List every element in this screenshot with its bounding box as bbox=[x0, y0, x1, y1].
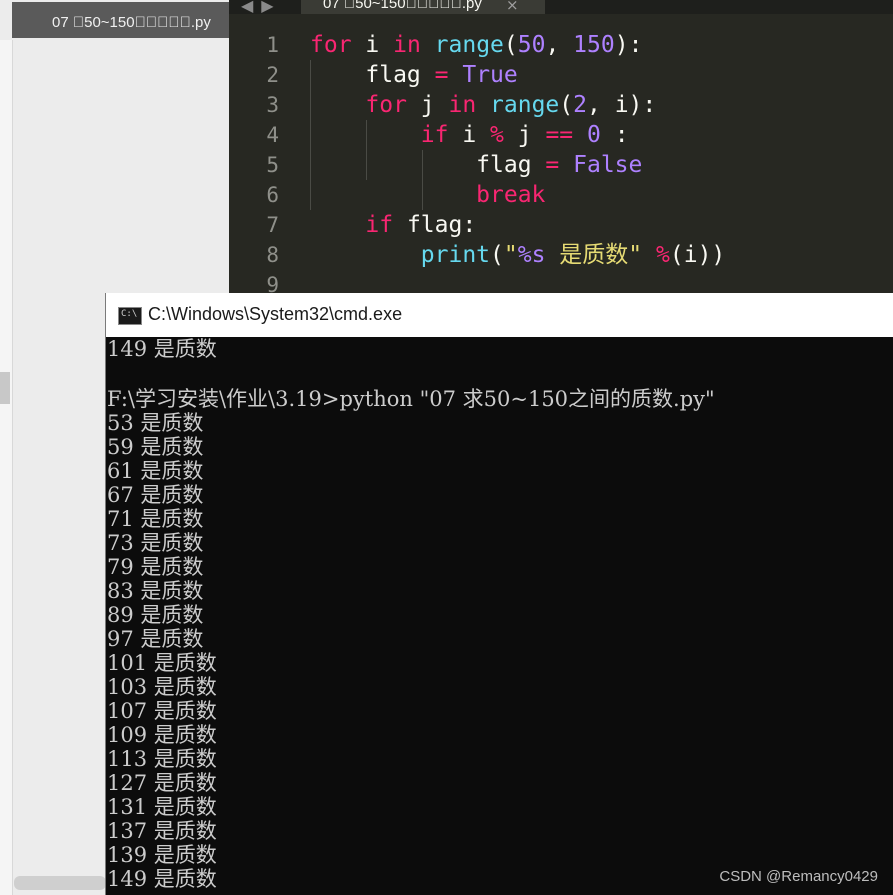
console-prime-line: 61 是质数 bbox=[107, 459, 204, 483]
line-number: 6 bbox=[266, 183, 279, 207]
console-prime-line: 53 是质数 bbox=[107, 411, 204, 435]
tab-bar: ◀▶ 07  50~150     .py × bbox=[229, 0, 893, 15]
line-number: 4 bbox=[266, 123, 279, 147]
console-prime-line: 131 是质数 bbox=[107, 795, 217, 819]
console-prime-line: 103 是质数 bbox=[107, 675, 217, 699]
console-prime-line: 59 是质数 bbox=[107, 435, 204, 459]
tab-nav-arrows-icon[interactable]: ◀▶ bbox=[241, 0, 282, 15]
console-prime-line: 89 是质数 bbox=[107, 603, 204, 627]
console-line: 149 是质数 bbox=[107, 337, 217, 361]
console-prime-line: 137 是质数 bbox=[107, 819, 217, 843]
line-number-gutter: 123456789 bbox=[229, 30, 303, 300]
console-prime-line: 139 是质数 bbox=[107, 843, 217, 867]
code-line: for j in range(2, i): bbox=[365, 92, 657, 118]
console-prime-line: 107 是质数 bbox=[107, 699, 217, 723]
code-line: if flag: bbox=[365, 212, 477, 238]
console-prime-line: 67 是质数 bbox=[107, 483, 204, 507]
code-line: print("%s 是质数" %(i)) bbox=[420, 242, 726, 268]
cmd-title: C:\Windows\System32\cmd.exe bbox=[148, 304, 403, 324]
line-number: 3 bbox=[266, 93, 279, 117]
console-prime-line: 101 是质数 bbox=[107, 651, 217, 675]
code-editor[interactable]: ◀▶ 07  50~150     .py × 123456789 for i … bbox=[229, 0, 893, 300]
console-output[interactable]: 149 是质数 F:\学习安装\作业\3.19>python "07 求50~1… bbox=[107, 337, 893, 891]
console-prime-line: 97 是质数 bbox=[107, 627, 204, 651]
close-tab-icon[interactable]: × bbox=[506, 0, 519, 14]
console-prime-line: 79 是质数 bbox=[107, 555, 204, 579]
code-line: for i in range(50, 150): bbox=[310, 32, 643, 58]
line-number: 8 bbox=[266, 243, 279, 267]
watermark: CSDN @Remancy0429 bbox=[719, 868, 878, 885]
console-prime-line: 127 是质数 bbox=[107, 771, 217, 795]
code-line: if i % j == 0 : bbox=[420, 122, 629, 148]
console-prime-line: 83 是质数 bbox=[107, 579, 204, 603]
code-content[interactable]: for i in range(50, 150): flag = True for… bbox=[310, 30, 725, 300]
console-prime-line: 71 是质数 bbox=[107, 507, 204, 531]
console-prime-line: 113 是质数 bbox=[107, 747, 217, 771]
code-line: break bbox=[476, 182, 546, 208]
tab-file-label: 07  50~150     .py bbox=[323, 0, 482, 12]
console-prime-line: 109 是质数 bbox=[107, 723, 217, 747]
line-number: 2 bbox=[266, 63, 279, 87]
console-command-line: F:\学习安装\作业\3.19>python "07 求50~150之间的质数.… bbox=[107, 387, 715, 411]
console-prime-line: 73 是质数 bbox=[107, 531, 204, 555]
sidebar-strip bbox=[0, 40, 13, 895]
code-line: flag = False bbox=[310, 152, 643, 178]
code-line: flag = True bbox=[310, 62, 518, 88]
terminal-icon: C:\ bbox=[118, 307, 142, 325]
line-number: 1 bbox=[266, 33, 279, 57]
cmd-window[interactable]: C:\ C:\Windows\System32\cmd.exe 149 是质数 … bbox=[105, 293, 893, 895]
cmd-titlebar[interactable]: C:\ C:\Windows\System32\cmd.exe bbox=[106, 293, 893, 337]
sidebar-horizontal-scrollbar[interactable] bbox=[14, 876, 106, 890]
tab-file[interactable]: 07  50~150     .py × bbox=[301, 0, 545, 14]
sidebar-file-item[interactable]: 07  50~150     .py bbox=[12, 2, 229, 38]
sidebar-file-label: 07  50~150     .py bbox=[52, 14, 211, 31]
sidebar-scroll-thumb[interactable] bbox=[0, 372, 10, 404]
line-number: 5 bbox=[266, 153, 279, 177]
line-number: 7 bbox=[266, 213, 279, 237]
